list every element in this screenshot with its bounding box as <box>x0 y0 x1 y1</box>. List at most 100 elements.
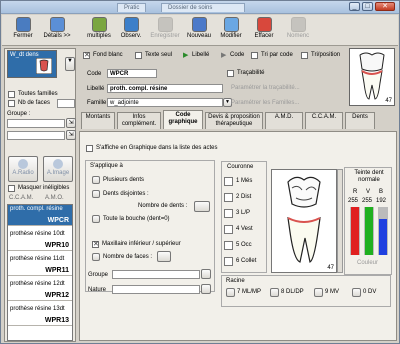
groupe-field-2[interactable] <box>7 131 65 140</box>
tri-position-label: Tri/position <box>311 52 341 58</box>
v-slider-fill <box>365 207 373 255</box>
nouveau-button[interactable]: Nouveau <box>182 16 216 45</box>
nb-faces-checkbox[interactable] <box>8 100 15 107</box>
masquer-checkbox[interactable] <box>8 185 15 192</box>
list-item[interactable]: prothèse résine 13dt WPR13 <box>8 305 72 326</box>
libelle-option[interactable]: Libellé <box>192 52 209 58</box>
col-header-ccam: C.C.A.M. <box>9 195 34 201</box>
list-item[interactable]: prothèse résine 10dt WPR10 <box>8 230 72 251</box>
nombre-faces-field[interactable] <box>157 251 171 262</box>
famille-field[interactable]: w_adjointe <box>107 98 223 107</box>
couronne-mes-checkbox[interactable] <box>224 177 233 186</box>
racine-mv-checkbox[interactable] <box>314 288 323 297</box>
title-bar: Pratic Dossier de soins _ □ ✕ <box>1 1 399 14</box>
couronne-lp-label: 3 L/P <box>236 210 251 216</box>
racine-mlmp-checkbox[interactable] <box>226 288 235 297</box>
tooth-thumbnail-icon <box>36 58 52 74</box>
nb-faces-field[interactable] <box>57 99 75 108</box>
details-button[interactable]: Détails >> <box>40 16 74 45</box>
code-option[interactable]: Code <box>230 52 244 58</box>
tab-dents[interactable]: Dents <box>345 112 375 129</box>
door-close-icon <box>15 17 31 32</box>
toute-bouche-label: Toute la bouche (dent=0) <box>103 216 170 222</box>
param-familles-link[interactable]: Paramétrer les Familles... <box>231 100 299 106</box>
couronne-lp-checkbox[interactable] <box>224 209 233 218</box>
modifier-button[interactable]: Modifier <box>214 16 248 45</box>
couronne-occ-checkbox[interactable] <box>224 241 233 250</box>
toute-bouche-checkbox[interactable] <box>92 215 100 223</box>
observ-button[interactable]: Observ. <box>114 16 148 45</box>
maximize-button[interactable]: □ <box>362 2 373 11</box>
code-dropdown-button[interactable]: ▼ <box>65 57 75 71</box>
v-slider[interactable] <box>364 207 374 255</box>
libelle-label: Libellé <box>87 86 105 92</box>
groupe-button-2[interactable]: ⇲ <box>66 130 76 140</box>
toutes-familles-checkbox[interactable] <box>8 91 15 98</box>
tri-code-checkbox[interactable] <box>251 52 258 59</box>
groupe-picker-button[interactable] <box>201 269 211 279</box>
window-tab-2[interactable]: Dossier de soins <box>161 3 245 12</box>
multiples-button[interactable]: multiples <box>82 16 116 45</box>
applique-title: S'applique à <box>90 163 123 169</box>
groupe-field-1[interactable] <box>7 119 65 128</box>
texte-seul-checkbox[interactable] <box>135 52 142 59</box>
tab-devis[interactable]: Devis & proposition thérapeutique <box>205 112 263 129</box>
couronne-collet-checkbox[interactable] <box>224 257 233 266</box>
scroll-up-button[interactable] <box>337 169 343 273</box>
enregistrer-button[interactable]: Enregistrer <box>148 16 182 45</box>
arrow-code-icon: ▶ <box>221 52 227 59</box>
list-item[interactable]: prothèse résine 11dt WPR11 <box>8 255 72 276</box>
tab-infos[interactable]: Infos complément. <box>117 112 161 129</box>
libelle-field[interactable]: proth. compl. résine <box>107 84 223 93</box>
tab-code-graphique[interactable]: Code graphique <box>163 110 203 129</box>
couronne-vest-checkbox[interactable] <box>224 225 233 234</box>
racine-group: Racine 7 ML/MP 8 DL/DP 9 MV 0 DV <box>221 275 391 307</box>
observation-icon <box>123 17 139 32</box>
effacer-button[interactable]: Effacer <box>247 16 281 45</box>
racine-dldp-checkbox[interactable] <box>270 288 279 297</box>
r-slider-fill <box>351 207 359 255</box>
maxillaire-checkbox[interactable] <box>92 240 99 248</box>
param-tracabilite-link[interactable]: Paramétrer la traçabilité... <box>231 85 300 91</box>
image-button[interactable]: A.Image <box>43 156 73 182</box>
save-icon <box>157 17 173 32</box>
nomenc-button[interactable]: Nomenc <box>281 16 315 45</box>
couleur-label: Couleur <box>357 260 379 266</box>
dents-disjointes-checkbox[interactable] <box>92 190 100 198</box>
rvb-r-label: R <box>353 189 358 195</box>
list-item[interactable]: prothèse résine 12dt WPR12 <box>8 280 72 301</box>
nature-field[interactable] <box>112 285 200 294</box>
nombre-dents-field[interactable] <box>194 201 210 212</box>
racine-dv-checkbox[interactable] <box>352 288 361 297</box>
fond-blanc-checkbox[interactable] <box>83 51 90 59</box>
toolbar: Fermer Détails >> multiples Observ. Enre… <box>2 15 398 46</box>
b-slider[interactable] <box>378 207 388 255</box>
close-button[interactable]: ✕ <box>375 2 395 11</box>
code-field[interactable]: WPCR <box>107 69 157 78</box>
affiche-graphique-checkbox[interactable] <box>86 145 93 152</box>
plusieurs-dents-checkbox[interactable] <box>92 176 100 184</box>
groupe-field[interactable] <box>112 270 200 279</box>
radio-icon <box>18 159 28 169</box>
fermer-button[interactable]: Fermer <box>6 16 40 45</box>
tracabilite-checkbox[interactable] <box>227 70 234 77</box>
r-slider[interactable] <box>350 207 360 255</box>
groupe-button-1[interactable]: ⇲ <box>66 118 76 128</box>
tri-position-checkbox[interactable] <box>301 52 308 59</box>
nombre-faces-checkbox[interactable] <box>92 253 100 261</box>
image-icon <box>53 159 63 169</box>
nombre-dents-label: Nombre de dents : <box>138 203 188 209</box>
nature-picker-button[interactable] <box>201 284 211 294</box>
couronne-dist-checkbox[interactable] <box>224 193 233 202</box>
tab-ccam[interactable]: C.C.A.M. <box>305 112 343 129</box>
minimize-button[interactable]: _ <box>349 2 360 11</box>
radio-button[interactable]: A.Radio <box>8 156 38 182</box>
fond-blanc-label: Fond blanc <box>93 52 123 58</box>
window-tab-1[interactable]: Pratic <box>117 3 147 12</box>
code-box: W_dt dens <box>7 50 57 78</box>
tab-amd[interactable]: A.M.D. <box>265 112 303 129</box>
masquer-label: Masquer inéligibles <box>18 185 70 191</box>
list-item[interactable]: proth. compl. résine WPCR <box>8 205 72 226</box>
tab-montants[interactable]: Montants <box>81 112 115 129</box>
code-label: Code <box>87 71 102 77</box>
